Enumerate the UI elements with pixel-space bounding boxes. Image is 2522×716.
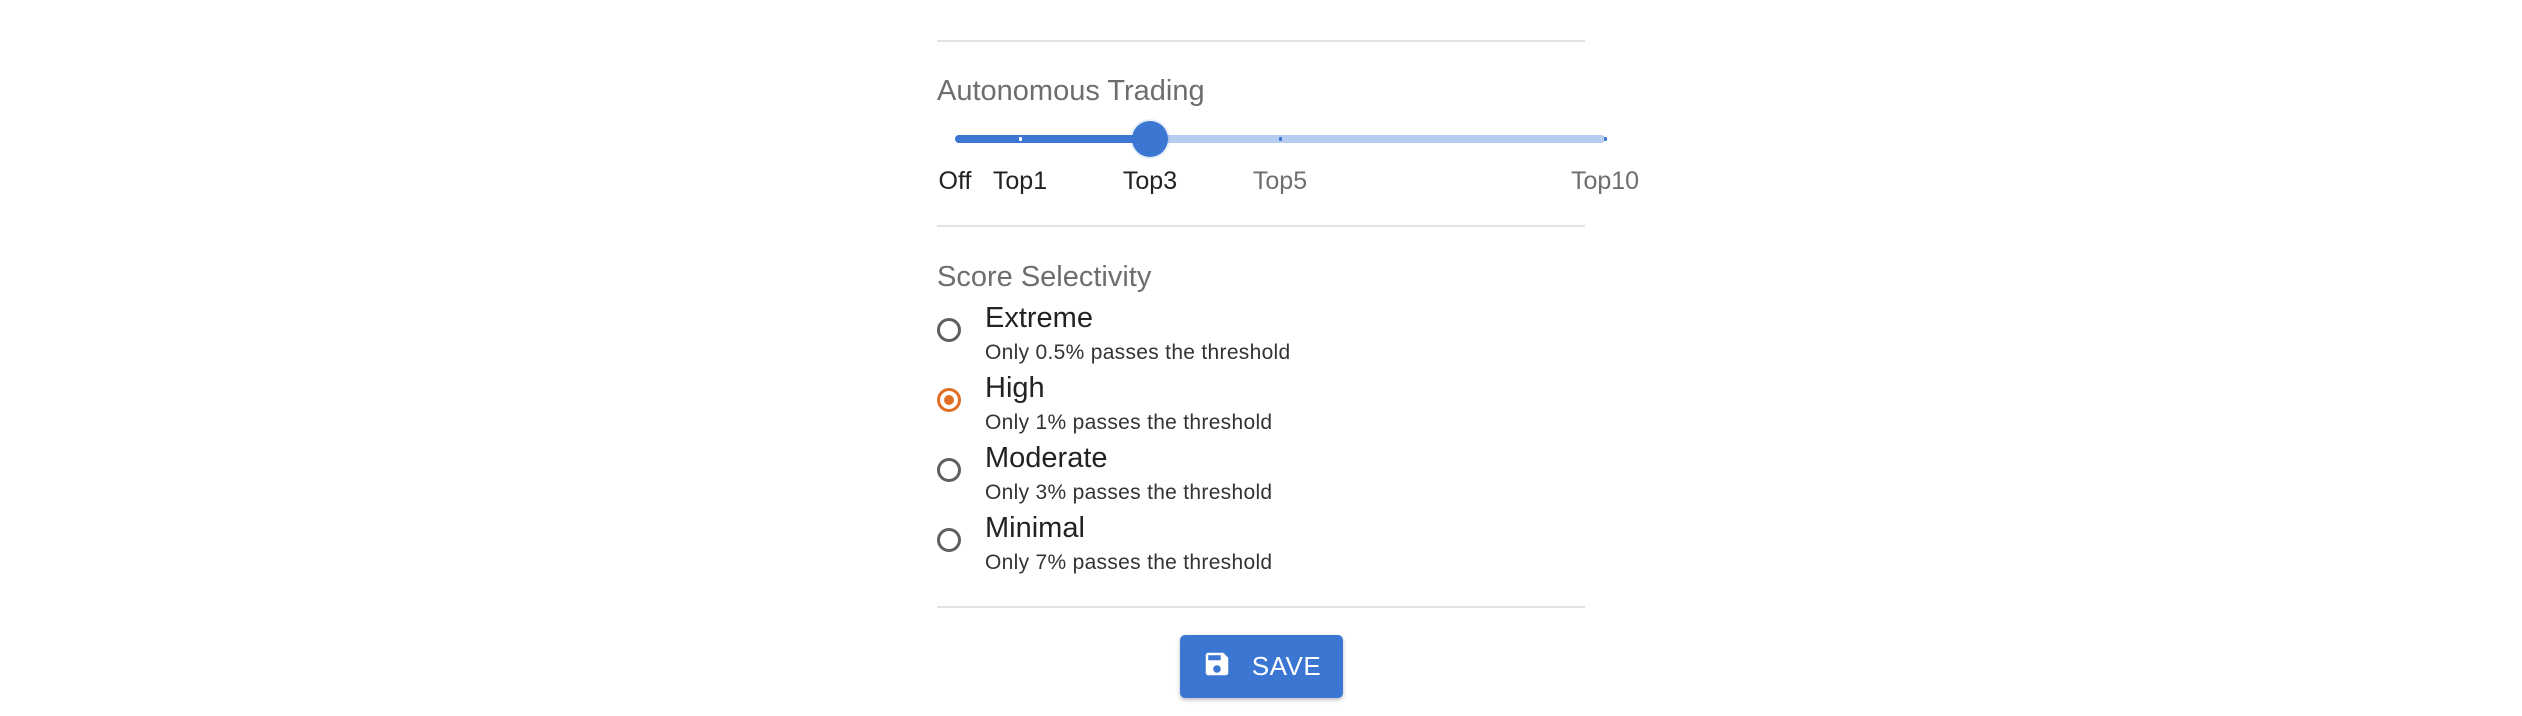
settings-panel: Autonomous Trading Off Top1 Top3 Top5 Top10 … [0,0,2522,716]
radio-option-description: Only 0.5% passes the threshold [985,341,1291,364]
slider-thumb[interactable] [1132,121,1168,157]
autonomous-trading-title: Autonomous Trading [937,75,1205,107]
radio-checked-icon[interactable] [937,388,961,412]
radio-unchecked-icon[interactable] [937,458,961,482]
score-selectivity-title: Score Selectivity [937,261,1152,293]
slider-mark-label-top5: Top5 [1252,167,1308,195]
radio-unchecked-icon[interactable] [937,528,961,552]
slider-mark-top10 [1604,137,1607,141]
slider-mark-top5 [1279,137,1282,141]
radio-dot-icon [944,395,954,405]
radio-option-label: Extreme [985,302,1093,334]
save-button[interactable]: SAVE [1180,635,1343,698]
radio-option-description: Only 7% passes the threshold [985,551,1273,574]
slider-mark-top1 [1019,137,1022,141]
slider-mark-label-off: Off [938,167,972,195]
divider-middle [937,225,1585,227]
floppy-disk-icon [1202,649,1232,684]
divider-bottom [937,606,1585,608]
save-button-label: SAVE [1251,651,1322,681]
radio-unchecked-icon[interactable] [937,318,961,342]
radio-option-minimal[interactable]: Minimal Only 7% passes the threshold [937,514,1537,578]
autonomous-trading-slider[interactable] [955,121,1607,157]
radio-option-high[interactable]: High Only 1% passes the threshold [937,374,1537,438]
divider-top [937,40,1585,42]
radio-option-label: High [985,372,1045,404]
slider-mark-label-top3: Top3 [1122,167,1178,195]
radio-option-description: Only 3% passes the threshold [985,481,1273,504]
radio-option-extreme[interactable]: Extreme Only 0.5% passes the threshold [937,304,1537,368]
slider-mark-label-top10: Top10 [1570,167,1640,195]
radio-option-label: Moderate [985,442,1108,474]
slider-mark-label-top1: Top1 [992,167,1048,195]
radio-option-label: Minimal [985,512,1085,544]
slider-track [955,135,1150,143]
radio-option-moderate[interactable]: Moderate Only 3% passes the threshold [937,444,1537,508]
radio-option-description: Only 1% passes the threshold [985,411,1273,434]
